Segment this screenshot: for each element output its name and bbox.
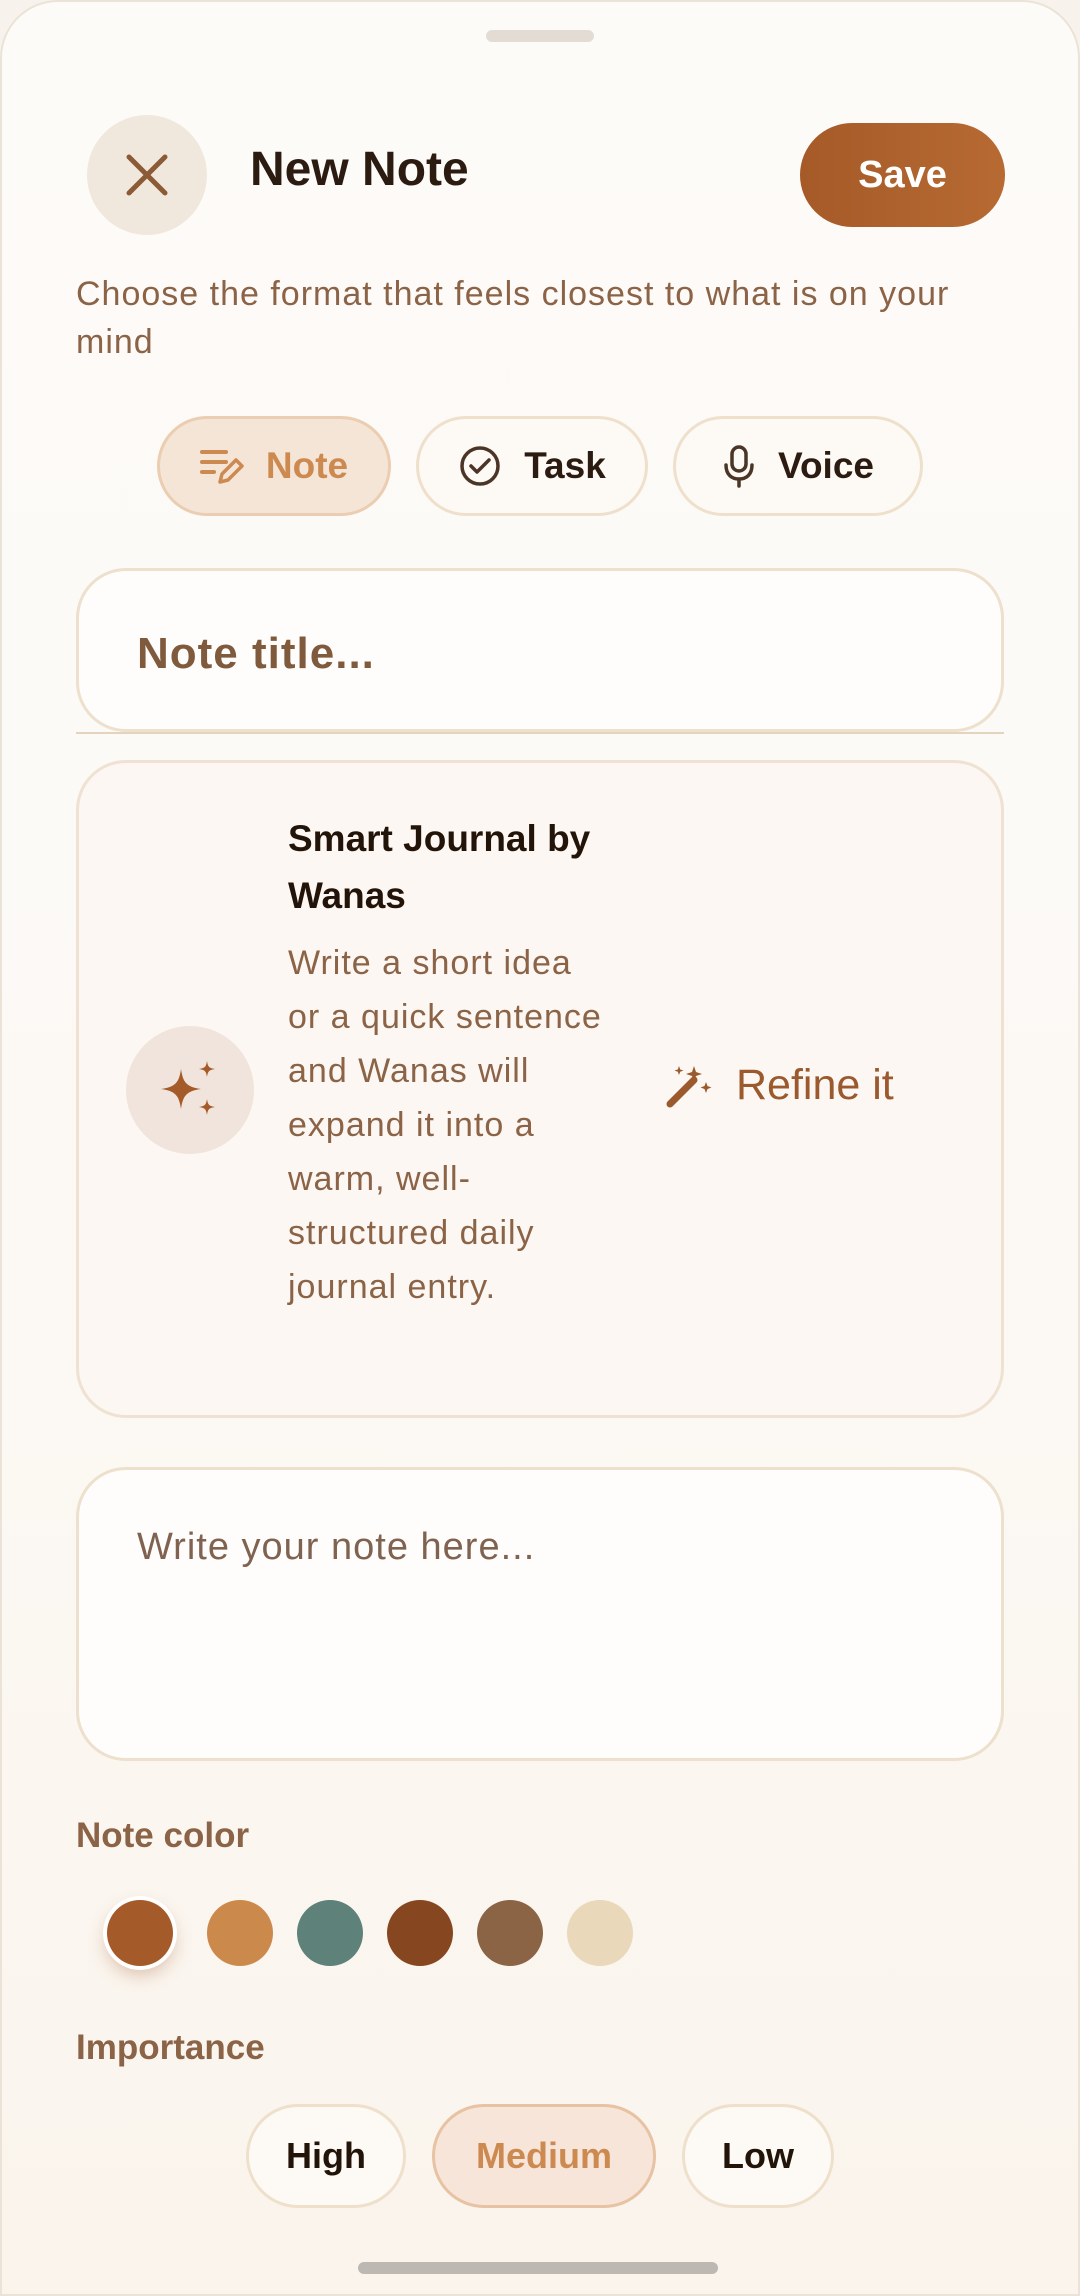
refine-it-button[interactable]: Refine it [664,1060,894,1110]
close-icon [126,154,168,196]
microphone-icon [724,445,754,488]
drag-handle[interactable] [486,30,594,42]
title-divider [76,732,1004,734]
type-voice-button[interactable]: Voice [673,416,923,516]
note-title-placeholder: Note title... [137,629,375,678]
importance-low-button[interactable]: Low [682,2104,834,2208]
refine-it-label: Refine it [736,1060,894,1109]
note-body-placeholder: Write your note here... [137,1526,536,1568]
color-swatch-sand[interactable] [567,1900,633,1966]
check-circle-icon [460,446,500,486]
note-body-input[interactable]: Write your note here... [76,1467,1004,1761]
type-voice-label: Voice [778,445,874,486]
type-note-button[interactable]: Note [157,416,391,516]
note-color-label: Note color [76,1816,250,1855]
type-task-label: Task [524,445,606,486]
color-swatch-taupe[interactable] [477,1900,543,1966]
page-title: New Note [250,143,469,196]
smart-journal-badge [126,1026,254,1154]
importance-label: Importance [76,2028,265,2067]
note-edit-icon [199,450,244,484]
save-button[interactable]: Save [800,123,1005,227]
note-title-input[interactable]: Note title... [76,568,1004,732]
new-note-sheet: New Note Save Choose the format that fee… [0,0,1080,2296]
color-swatch-teal[interactable] [297,1900,363,1966]
color-swatch-brown[interactable] [387,1900,453,1966]
type-task-button[interactable]: Task [416,416,648,516]
importance-high-button[interactable]: High [246,2104,406,2208]
smart-journal-title: Smart Journal by Wanas [288,818,591,916]
home-indicator [358,2262,718,2274]
color-swatch-rust[interactable] [107,1900,173,1966]
sparkles-icon [161,1061,215,1115]
importance-medium-button[interactable]: Medium [432,2104,656,2208]
color-swatch-amber[interactable] [207,1900,273,1966]
magic-wand-icon [666,1066,712,1108]
close-button[interactable] [87,115,207,235]
format-hint: Choose the format that feels closest to … [76,275,950,361]
smart-journal-description: Write a short idea or a quick sentence a… [288,944,602,1306]
type-note-label: Note [265,445,349,486]
